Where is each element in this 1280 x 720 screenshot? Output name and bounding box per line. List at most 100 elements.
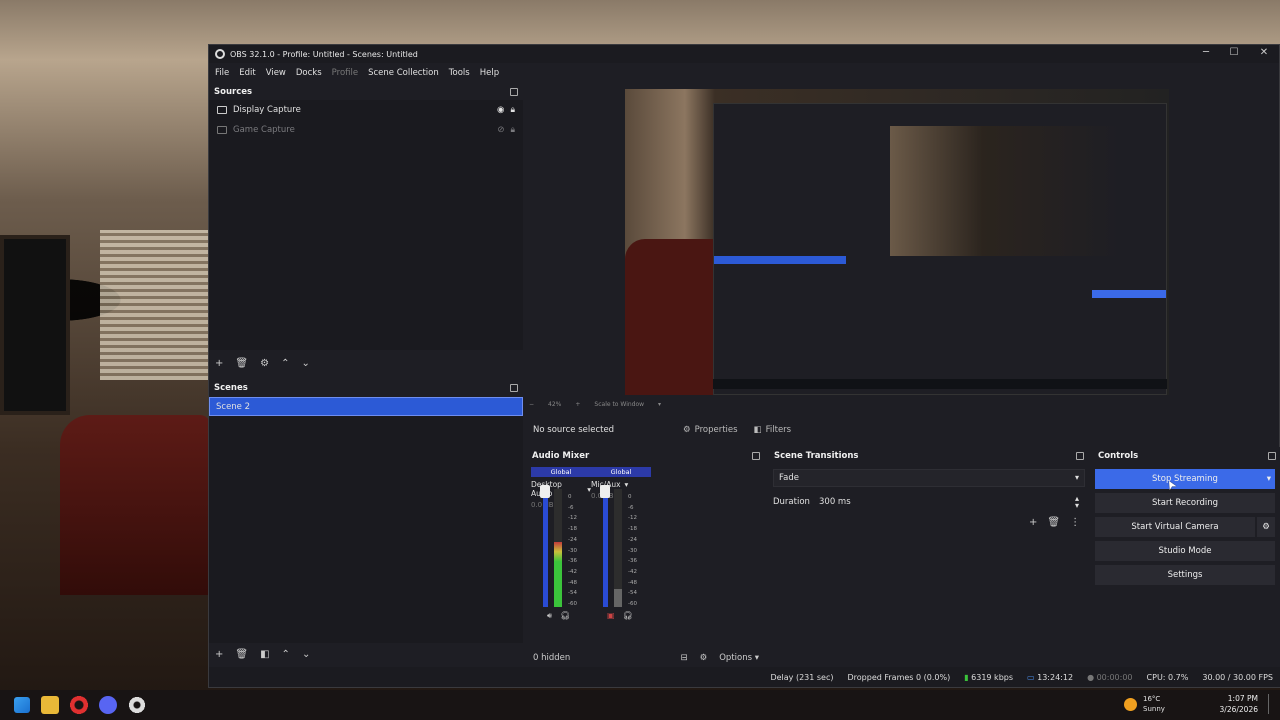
dropped-frames: Dropped Frames 0 (0.0%) xyxy=(847,672,951,682)
start-icon[interactable] xyxy=(14,697,30,713)
undock-icon[interactable] xyxy=(510,383,518,392)
eye-icon[interactable]: ◉ xyxy=(497,105,504,115)
stepper-icon[interactable]: ▴ ▾ xyxy=(1075,495,1079,510)
obs-window: OBS 32.1.0 - Profile: Untitled - Scenes:… xyxy=(208,44,1280,688)
stop-streaming-button[interactable]: Stop Streaming ▾ xyxy=(1095,469,1275,489)
filters-button[interactable]: ◧ Filters xyxy=(748,425,798,435)
filter-icon[interactable]: ◧ xyxy=(260,649,269,660)
menu-view[interactable]: View xyxy=(266,68,286,78)
preview-nested-image xyxy=(890,126,1122,256)
add-icon[interactable]: + xyxy=(215,649,223,660)
studio-mode-button[interactable]: Studio Mode xyxy=(1095,541,1275,561)
scale-mode[interactable]: Scale to Window xyxy=(594,401,644,408)
settings-button[interactable]: Settings xyxy=(1095,565,1275,585)
trash-icon[interactable]: 🗑︎ xyxy=(1047,517,1060,528)
eye-hidden-icon[interactable]: ⊘ xyxy=(497,125,504,135)
fader-handle[interactable] xyxy=(600,485,610,498)
properties-label: Properties xyxy=(694,425,738,435)
options-button[interactable]: Options ▾ xyxy=(719,653,759,663)
meter-tick: -54 xyxy=(568,590,577,597)
menu-docks[interactable]: Docks xyxy=(296,68,322,78)
zoom-out-icon[interactable]: − xyxy=(529,401,534,408)
volume-fader[interactable] xyxy=(600,485,610,607)
advanced-audio-icon[interactable]: ⚙ xyxy=(700,653,708,663)
gamepad-icon xyxy=(217,126,227,134)
filter-icon: ◧ xyxy=(753,425,762,435)
menu-help[interactable]: Help xyxy=(480,68,499,78)
source-item-display-capture[interactable]: Display Capture ◉ 🔒︎ xyxy=(209,100,523,120)
weather-widget[interactable]: 16°C Sunny xyxy=(1124,694,1165,714)
menu-edit[interactable]: Edit xyxy=(239,68,255,78)
show-desktop-icon[interactable] xyxy=(1268,694,1272,714)
add-icon[interactable]: + xyxy=(1029,517,1037,528)
obs-taskbar-icon[interactable] xyxy=(128,696,146,714)
headphones-icon[interactable]: 🎧︎ xyxy=(560,611,570,621)
mic-muted-icon[interactable]: ▣ xyxy=(607,611,615,620)
undock-icon[interactable] xyxy=(1268,451,1276,460)
trash-icon[interactable]: 🗑︎ xyxy=(235,649,248,660)
meter-tick: -42 xyxy=(628,568,637,575)
move-down-icon[interactable]: ⌄ xyxy=(301,358,309,369)
filters-label: Filters xyxy=(765,425,792,435)
meter-tick: -30 xyxy=(568,547,577,554)
undock-icon[interactable] xyxy=(1076,451,1084,460)
source-item-game-capture[interactable]: Game Capture ⊘ 🔒︎ xyxy=(209,120,523,140)
clock[interactable]: 1:07 PM 3/26/2026 xyxy=(1220,693,1258,715)
menu-tools[interactable]: Tools xyxy=(449,68,470,78)
menu-scene-collection[interactable]: Scene Collection xyxy=(368,68,439,78)
transition-select[interactable]: Fade ▾ xyxy=(773,469,1085,487)
discord-icon[interactable] xyxy=(99,696,117,714)
scenes-list: Scene 2 xyxy=(209,397,523,643)
taskbar: 16°C Sunny 1:07 PM 3/26/2026 xyxy=(0,690,1280,720)
fader-handle[interactable] xyxy=(540,485,550,498)
move-up-icon[interactable]: ⌃ xyxy=(282,649,290,660)
menu-profile[interactable]: Profile xyxy=(332,68,358,78)
scenes-toolbar: + 🗑︎ ◧ ⌃ ⌄ xyxy=(209,643,310,665)
headphones-icon[interactable]: 🎧︎ xyxy=(623,611,633,620)
signal-icon: ▮ xyxy=(964,672,969,682)
preview-canvas[interactable] xyxy=(625,89,1169,395)
undock-icon[interactable] xyxy=(752,451,760,460)
move-up-icon[interactable]: ⌃ xyxy=(281,358,289,369)
controls-title: Controls xyxy=(1098,450,1139,461)
sources-toolbar: + 🗑︎ ⚙ ⌃ ⌄ xyxy=(209,352,310,374)
duration-input[interactable]: 300 ms ▴ ▾ xyxy=(813,493,1085,511)
maximize-button[interactable]: ☐ xyxy=(1227,47,1241,58)
meter-tick: -6 xyxy=(628,504,634,511)
scene-item[interactable]: Scene 2 xyxy=(209,397,523,416)
chevron-down-icon[interactable]: ▾ xyxy=(1267,474,1271,484)
file-explorer-icon[interactable] xyxy=(41,696,59,714)
virtual-camera-settings-button[interactable]: ⚙ xyxy=(1257,517,1275,537)
more-icon[interactable]: ⋮ xyxy=(1070,517,1080,528)
zoom-in-icon[interactable]: + xyxy=(575,401,580,408)
window-blinds xyxy=(100,230,210,380)
add-icon[interactable]: + xyxy=(215,358,223,369)
minimize-button[interactable]: ─ xyxy=(1199,47,1213,58)
weather-text: Sunny xyxy=(1143,705,1165,713)
record-icon: ● xyxy=(1087,672,1095,682)
meter-tick: 0 xyxy=(628,494,632,500)
preview-nested-obs xyxy=(713,103,1167,395)
lock-icon[interactable]: 🔒︎ xyxy=(510,125,515,135)
volume-fader[interactable] xyxy=(540,485,550,607)
chevron-down-icon[interactable]: ▾ xyxy=(658,401,661,408)
audio-mixer-title-bar: Audio Mixer xyxy=(527,447,765,464)
trash-icon[interactable]: 🗑︎ xyxy=(235,358,248,369)
sun-icon xyxy=(1124,697,1137,711)
meter-tick: 0 xyxy=(568,494,572,500)
gear-icon[interactable]: ⚙ xyxy=(260,358,269,369)
menu-file[interactable]: File xyxy=(215,68,229,78)
opera-icon[interactable] xyxy=(70,696,88,714)
start-recording-button[interactable]: Start Recording xyxy=(1095,493,1275,513)
zoom-level: 42% xyxy=(548,401,562,408)
speaker-icon[interactable]: 🔊︎ xyxy=(547,611,552,621)
start-virtual-camera-button[interactable]: Start Virtual Camera xyxy=(1095,517,1255,537)
layout-icon[interactable]: ⊟ xyxy=(680,653,687,663)
undock-icon[interactable] xyxy=(510,87,518,96)
lock-icon[interactable]: 🔒︎ xyxy=(510,105,515,115)
meter-tick: -24 xyxy=(628,536,637,543)
close-button[interactable]: ✕ xyxy=(1257,47,1271,58)
controls-title-bar: Controls xyxy=(1093,447,1280,464)
move-down-icon[interactable]: ⌄ xyxy=(302,649,310,660)
properties-button[interactable]: ⚙ Properties xyxy=(677,425,744,435)
